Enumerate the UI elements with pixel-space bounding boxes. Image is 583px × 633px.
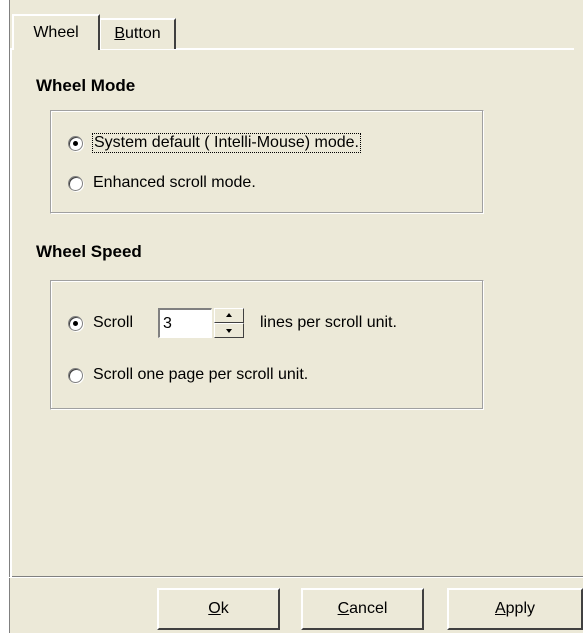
tab-wheel-label: Wheel xyxy=(33,24,79,41)
cancel-button[interactable]: Cancel xyxy=(301,588,424,630)
ok-button[interactable]: Ok xyxy=(157,588,280,630)
spin-down-arrow-icon[interactable] xyxy=(214,323,244,338)
scroll-page-label: Scroll one page per scroll unit. xyxy=(93,366,309,383)
system-default-label: System default ( Intelli-Mouse) mode. xyxy=(92,133,361,153)
spin-up-arrow-icon[interactable] xyxy=(214,308,244,323)
radio-unchecked-icon xyxy=(68,175,83,191)
radio-checked-icon xyxy=(68,315,83,331)
apply-button[interactable]: Apply xyxy=(447,588,583,630)
enhanced-scroll-radio[interactable]: Enhanced scroll mode. xyxy=(68,174,256,192)
scroll-lines-radio[interactable]: Scroll xyxy=(68,314,133,332)
wheel-mode-heading: Wheel Mode xyxy=(36,76,136,95)
lines-per-scroll-input[interactable] xyxy=(158,308,212,338)
tab-button-label: Button xyxy=(114,25,161,42)
enhanced-scroll-label: Enhanced scroll mode. xyxy=(93,174,256,191)
tab-button[interactable]: Button xyxy=(100,18,176,49)
wheel-mode-group xyxy=(50,110,484,214)
scroll-label: Scroll xyxy=(93,314,134,331)
lines-unit-label: lines per scroll unit. xyxy=(260,314,397,331)
system-default-radio[interactable]: System default ( Intelli-Mouse) mode. xyxy=(68,133,361,153)
tab-wheel[interactable]: Wheel xyxy=(12,14,100,50)
radio-checked-icon xyxy=(68,135,83,151)
wheel-speed-group xyxy=(50,280,484,410)
scroll-page-radio[interactable]: Scroll one page per scroll unit. xyxy=(68,366,308,384)
radio-unchecked-icon xyxy=(68,367,83,383)
wheel-speed-heading: Wheel Speed xyxy=(36,242,142,261)
